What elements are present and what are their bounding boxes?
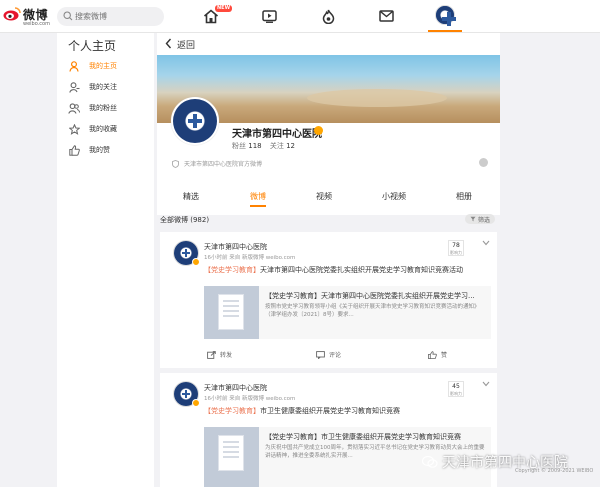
weibo-logo[interactable]: 微博 weibo.com: [3, 5, 53, 29]
envelope-icon: [378, 10, 394, 22]
follow-label: 关注: [269, 142, 284, 150]
search-input[interactable]: [75, 9, 159, 24]
filter-icon: [470, 216, 476, 222]
search-icon: [63, 11, 73, 21]
top-navigation-bar: 微博 weibo.com NEW: [0, 0, 600, 33]
sidebar-item-label: 我的收藏: [89, 125, 117, 133]
user-avatar[interactable]: [435, 5, 456, 26]
sidebar-item-label: 我的赞: [89, 146, 110, 154]
post-author[interactable]: 天津市第四中心医院: [204, 242, 267, 252]
nav-video[interactable]: [258, 6, 280, 26]
filter-button[interactable]: 筛选: [465, 214, 495, 224]
active-nav-indicator: [428, 30, 462, 32]
star-icon: [68, 123, 80, 135]
profile-name: 天津市第四中心医院: [232, 129, 322, 140]
verified-badge-icon: [314, 126, 323, 135]
post-card: 天津市第四中心医院 16小时前 来自 新版微博 weibo.com 78 影响力 …: [160, 232, 497, 368]
brand-url: weibo.com: [23, 21, 50, 27]
back-bar[interactable]: 返回: [157, 33, 500, 55]
influence-score: 45 影响力: [448, 381, 464, 397]
shield-icon: [172, 159, 179, 168]
repost-button[interactable]: 转发: [207, 350, 232, 359]
profile-tabs: 精选 微博 视频 小视频 相册: [157, 185, 500, 209]
copyright-text: Copyright © 2009-2021 WEIBO: [515, 468, 594, 474]
post-text: 【党史学习教育】市卫生健康委组织开展党史学习教育知识竞赛: [204, 407, 400, 415]
filter-row: 全部微博 (982) 筛选: [157, 209, 500, 229]
flame-icon: [322, 9, 334, 24]
sidebar-item-label: 我的关注: [89, 83, 117, 91]
tab-weibo[interactable]: 微博: [238, 191, 278, 202]
article-title: 【党史学习教育】天津市第四中心医院党委扎实组织开展党史学习...: [265, 292, 475, 300]
post-count-label: 全部微博 (982): [160, 216, 210, 224]
chevron-down-icon[interactable]: [482, 381, 490, 387]
sidebar-item-label: 我的主页: [89, 62, 117, 70]
person-icon: [68, 60, 80, 72]
verified-description: 天津市第四中心医院官方微博: [172, 159, 262, 168]
nav-hot[interactable]: [317, 6, 339, 26]
thumb-up-icon: [428, 350, 437, 359]
like-button[interactable]: 赞: [428, 350, 447, 359]
search-box[interactable]: [57, 7, 164, 26]
influence-score: 78 影响力: [448, 240, 464, 256]
article-title: 【党史学习教育】市卫生健康委组织开展党史学习教育知识竞赛: [265, 433, 461, 441]
chevron-down-icon[interactable]: [482, 240, 490, 246]
video-icon: [261, 9, 277, 23]
article-desc: 按照市党史学习教育领导小组《关于组织开展天津市党史学习教育知识竞赛活动的通知》（…: [265, 304, 480, 318]
sidebar-item-following[interactable]: 我的关注: [68, 79, 148, 95]
article-link-card[interactable]: 【党史学习教育】天津市第四中心医院党委扎实组织开展党史学习... 按照市党史学习…: [204, 286, 491, 339]
sidebar-item-likes[interactable]: 我的赞: [68, 142, 148, 158]
fans-count[interactable]: 118: [248, 142, 261, 150]
sidebar-item-favorites[interactable]: 我的收藏: [68, 121, 148, 137]
tab-short-video[interactable]: 小视频: [374, 191, 414, 202]
verified-icon: [192, 399, 200, 407]
profile-avatar[interactable]: [171, 97, 219, 145]
sidebar-item-label: 我的粉丝: [89, 104, 117, 112]
follow-count[interactable]: 12: [286, 142, 295, 150]
chevron-left-icon: [165, 38, 172, 49]
post-actions: 转发 评论 赞: [160, 348, 497, 362]
repost-icon: [207, 350, 216, 359]
nav-messages[interactable]: [375, 6, 397, 26]
tab-album[interactable]: 相册: [444, 191, 484, 202]
back-button[interactable]: 返回: [177, 38, 195, 51]
following-icon: [68, 81, 80, 93]
wechat-icon: [422, 455, 438, 468]
sidebar-item-my-home[interactable]: 我的主页: [68, 58, 148, 74]
sidebar-title: 个人主页: [68, 39, 117, 53]
weibo-eye-icon: [3, 7, 21, 21]
comment-icon: [316, 350, 325, 359]
post-author[interactable]: 天津市第四中心医院: [204, 383, 267, 393]
profile-stats: 粉丝 118 关注 12: [232, 141, 301, 151]
tab-video[interactable]: 视频: [304, 191, 344, 202]
new-badge: NEW: [215, 5, 233, 12]
post-meta: 16小时前 来自 新版微博 weibo.com: [204, 396, 296, 402]
fans-label: 粉丝: [232, 142, 246, 150]
sidebar-item-fans[interactable]: 我的粉丝: [68, 100, 148, 116]
verified-text: 天津市第四中心医院官方微博: [184, 161, 263, 168]
article-thumbnail: [204, 427, 259, 487]
verified-icon: [192, 258, 200, 266]
main-column: 返回 天津市第四中心医院 粉丝 118 关注 12 天津市第四中心医院官方微博 …: [157, 33, 500, 487]
active-tab-indicator: [250, 205, 266, 207]
thumb-up-icon: [68, 144, 80, 156]
post-avatar[interactable]: [173, 240, 200, 266]
more-options-icon[interactable]: [479, 158, 488, 167]
post-text: 【党史学习教育】天津市第四中心医院党委扎实组织开展党史学习教育知识竞赛活动: [204, 266, 463, 274]
tab-featured[interactable]: 精选: [171, 191, 211, 202]
article-thumbnail: [204, 286, 259, 339]
fans-icon: [68, 102, 80, 114]
post-avatar[interactable]: [173, 381, 200, 407]
comment-button[interactable]: 评论: [316, 350, 341, 359]
post-meta: 16小时前 来自 新版微博 weibo.com: [204, 255, 296, 261]
left-sidebar: 个人主页 我的主页 我的关注 我的粉丝 我的收藏 我的赞: [57, 33, 154, 487]
